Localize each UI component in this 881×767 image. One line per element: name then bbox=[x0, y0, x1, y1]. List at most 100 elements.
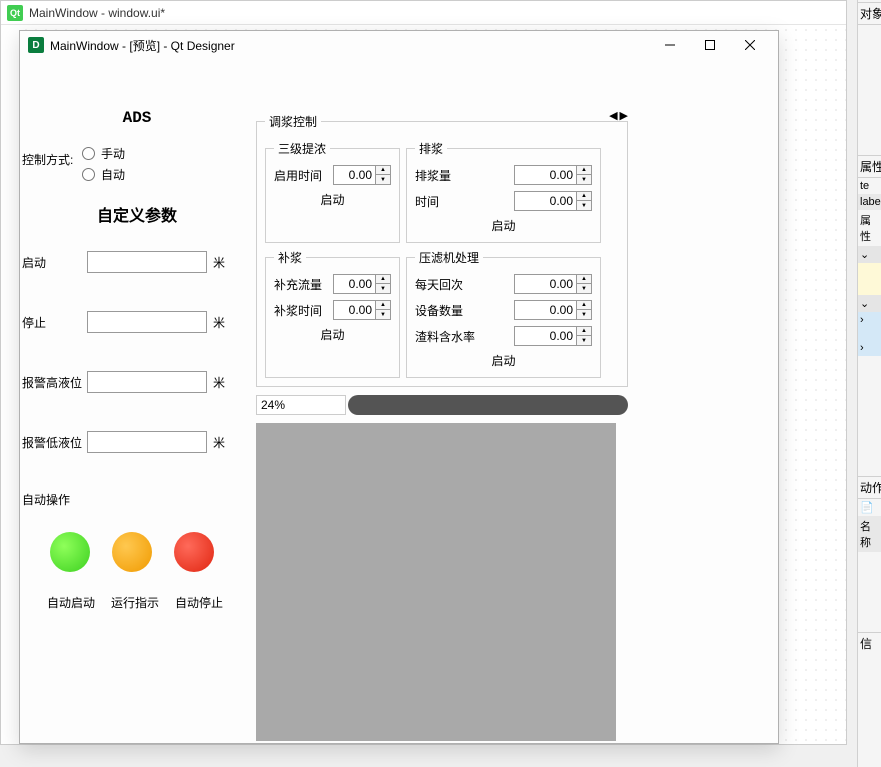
supp-flow-label: 补充流量 bbox=[274, 276, 333, 293]
field-start: 启动 米 bbox=[22, 251, 252, 273]
water-content-value[interactable] bbox=[514, 326, 576, 346]
prop-cell[interactable]: › bbox=[858, 312, 881, 328]
device-count-label: 设备数量 bbox=[415, 302, 514, 319]
progress-bar bbox=[348, 395, 628, 415]
preview-body: ADS 控制方式: 手动 自动 自定义参数 启动 米 停止 米 报警高液位 bbox=[20, 59, 778, 743]
spin-up-icon[interactable]: ▲ bbox=[376, 301, 390, 310]
preview-title: MainWindow - [预览] - Qt Designer bbox=[50, 37, 650, 54]
unit-label: 米 bbox=[213, 314, 225, 331]
spin-down-icon[interactable]: ▼ bbox=[577, 336, 591, 345]
status-lights bbox=[50, 532, 252, 572]
discharge-time-spin[interactable]: ▲▼ bbox=[514, 191, 592, 211]
alarm-high-label: 报警高液位 bbox=[22, 374, 87, 391]
supplement-start-button[interactable]: 启动 bbox=[274, 326, 391, 343]
spin-up-icon[interactable]: ▲ bbox=[577, 327, 591, 336]
spin-up-icon[interactable]: ▲ bbox=[577, 275, 591, 284]
auto-operations: 自动操作 自动启动 运行指示 自动停止 bbox=[22, 491, 252, 611]
unit-label: 米 bbox=[213, 434, 225, 451]
thicken-start-button[interactable]: 启动 bbox=[274, 191, 391, 208]
field-alarm-high: 报警高液位 米 bbox=[22, 371, 252, 393]
daily-times-label: 每天回次 bbox=[415, 276, 514, 293]
progress-label: 24% bbox=[256, 395, 346, 415]
device-count-spin[interactable]: ▲▼ bbox=[514, 300, 592, 320]
action-icon[interactable]: 📄 bbox=[858, 499, 881, 516]
unit-label: 米 bbox=[213, 254, 225, 271]
field-alarm-low: 报警低液位 米 bbox=[22, 431, 252, 453]
discharge-amount-spin[interactable]: ▲▼ bbox=[514, 165, 592, 185]
water-content-label: 渣料含水率 bbox=[415, 328, 514, 345]
discharge-time-label: 时间 bbox=[415, 193, 514, 210]
auto-start-label: 自动启动 bbox=[46, 594, 96, 611]
discharge-start-button[interactable]: 启动 bbox=[415, 217, 592, 234]
preview-window: D MainWindow - [预览] - Qt Designer ADS 控制… bbox=[19, 30, 779, 744]
start-input[interactable] bbox=[87, 251, 207, 273]
spin-down-icon[interactable]: ▼ bbox=[577, 284, 591, 293]
spin-down-icon[interactable]: ▼ bbox=[376, 310, 390, 319]
minimize-button[interactable] bbox=[650, 31, 690, 59]
supp-flow-value[interactable] bbox=[333, 274, 375, 294]
stop-label: 停止 bbox=[22, 314, 87, 331]
daily-times-spin[interactable]: ▲▼ bbox=[514, 274, 592, 294]
spin-up-icon[interactable]: ▲ bbox=[577, 192, 591, 201]
radio-manual[interactable]: 手动 bbox=[82, 145, 125, 162]
spin-up-icon[interactable]: ▲ bbox=[376, 275, 390, 284]
expand-row[interactable]: ⌄ bbox=[858, 295, 881, 312]
maximize-button[interactable] bbox=[690, 31, 730, 59]
discharge-amount-label: 排浆量 bbox=[415, 167, 514, 184]
dock-header: 动作 bbox=[858, 476, 881, 499]
auto-stop-label: 自动停止 bbox=[174, 594, 224, 611]
run-indicator-label: 运行指示 bbox=[110, 594, 160, 611]
radio-manual-label: 手动 bbox=[101, 145, 125, 162]
mixing-control-group: 调浆控制 三级提浓 启用时间 ▲▼ 启动 排浆 排浆量 bbox=[256, 113, 628, 387]
device-count-value[interactable] bbox=[514, 300, 576, 320]
spin-up-icon[interactable]: ▲ bbox=[577, 166, 591, 175]
group-discharge: 排浆 排浆量 ▲▼ 时间 ▲▼ 启动 bbox=[406, 140, 601, 243]
enable-time-spin[interactable]: ▲▼ bbox=[333, 165, 391, 185]
discharge-time-value[interactable] bbox=[514, 191, 576, 211]
spin-down-icon[interactable]: ▼ bbox=[376, 284, 390, 293]
prop-row: 属性 bbox=[858, 210, 881, 246]
daily-times-value[interactable] bbox=[514, 274, 576, 294]
spin-up-icon[interactable]: ▲ bbox=[376, 166, 390, 175]
light-labels: 自动启动 运行指示 自动停止 bbox=[46, 594, 252, 611]
water-content-spin[interactable]: ▲▼ bbox=[514, 326, 592, 346]
progress-row: 24% bbox=[256, 395, 628, 415]
field-stop: 停止 米 bbox=[22, 311, 252, 333]
spin-down-icon[interactable]: ▼ bbox=[577, 201, 591, 210]
prop-cell[interactable]: › bbox=[858, 340, 881, 356]
discharge-amount-value[interactable] bbox=[514, 165, 576, 185]
prop-cell[interactable] bbox=[858, 279, 881, 295]
supp-time-label: 补浆时间 bbox=[274, 302, 333, 319]
prop-row[interactable]: labe bbox=[858, 194, 881, 210]
radio-auto[interactable]: 自动 bbox=[82, 166, 125, 183]
expand-row[interactable]: ⌄ bbox=[858, 246, 881, 263]
light-orange bbox=[112, 532, 152, 572]
dock-header: 属性 bbox=[858, 155, 881, 178]
spin-down-icon[interactable]: ▼ bbox=[376, 175, 390, 184]
group-filterpress: 压滤机处理 每天回次 ▲▼ 设备数量 ▲▼ 渣料含水率 ▲▼ bbox=[406, 249, 601, 378]
spin-down-icon[interactable]: ▼ bbox=[577, 175, 591, 184]
radio-auto-label: 自动 bbox=[101, 166, 125, 183]
control-mode-row: 控制方式: 手动 自动 bbox=[22, 145, 252, 187]
spin-down-icon[interactable]: ▼ bbox=[577, 310, 591, 319]
prop-row: 名称 bbox=[858, 516, 881, 552]
outer-titlebar: Qt MainWindow - window.ui* bbox=[1, 1, 846, 25]
alarm-low-input[interactable] bbox=[87, 431, 207, 453]
start-label: 启动 bbox=[22, 254, 87, 271]
filterpress-start-button[interactable]: 启动 bbox=[415, 352, 592, 369]
group-supplement: 补浆 补充流量 ▲▼ 补浆时间 ▲▼ 启动 bbox=[265, 249, 400, 378]
supp-time-spin[interactable]: ▲▼ bbox=[333, 300, 391, 320]
enable-time-value[interactable] bbox=[333, 165, 375, 185]
supp-time-value[interactable] bbox=[333, 300, 375, 320]
prop-row[interactable]: te bbox=[858, 178, 881, 194]
supp-flow-spin[interactable]: ▲▼ bbox=[333, 274, 391, 294]
thicken-legend: 三级提浓 bbox=[274, 140, 330, 157]
filterpress-legend: 压滤机处理 bbox=[415, 249, 483, 266]
close-button[interactable] bbox=[730, 31, 770, 59]
stop-input[interactable] bbox=[87, 311, 207, 333]
preview-titlebar[interactable]: D MainWindow - [预览] - Qt Designer bbox=[20, 31, 778, 59]
auto-ops-title: 自动操作 bbox=[22, 491, 252, 508]
prop-cell[interactable] bbox=[858, 263, 881, 279]
alarm-high-input[interactable] bbox=[87, 371, 207, 393]
spin-up-icon[interactable]: ▲ bbox=[577, 301, 591, 310]
